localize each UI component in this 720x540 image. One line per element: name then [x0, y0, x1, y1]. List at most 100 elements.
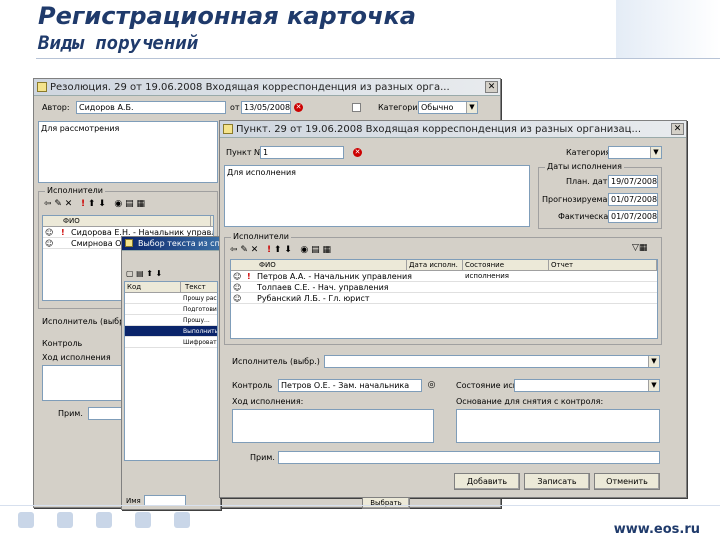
point-category-field[interactable]: ▼: [608, 146, 662, 159]
executor-select-label[interactable]: Исполнитель (выбр.): [42, 317, 130, 326]
control-label: Контроль: [42, 339, 83, 348]
cancel-button[interactable]: Отменить: [594, 473, 660, 490]
point-window: Пункт. 29 от 19.06.2008 Входящая корресп…: [219, 120, 687, 498]
control-checkbox[interactable]: [352, 103, 361, 112]
fact-date-field[interactable]: 01/07/2008: [608, 210, 658, 223]
fio-column-header[interactable]: ФИО: [61, 216, 211, 227]
date-label: от: [230, 103, 240, 112]
text-column-header[interactable]: Текст: [183, 282, 217, 293]
status-column-header[interactable]: Состояние исполнения: [463, 260, 549, 280]
plan-date-field[interactable]: 19/07/2008: [608, 175, 658, 188]
footer-icons: [18, 512, 213, 532]
close-icon[interactable]: ✕: [671, 123, 684, 135]
point-executors-toolbar[interactable]: ⇦ ✎ ✕ ! ⬆ ⬇ ◉ ▤ ▦: [230, 245, 331, 255]
filter-icon[interactable]: ▽▦: [632, 243, 647, 253]
table-row[interactable]: ☺ Толпаев С.Е. - Нач. управления: [231, 282, 657, 293]
save-button[interactable]: Записать: [524, 473, 590, 490]
reason-label: Основание для снятия с контроля:: [456, 397, 604, 406]
text-picker-title: Выбор текста из списка: [138, 239, 220, 248]
state-field[interactable]: ▼: [514, 379, 660, 392]
point-number-field[interactable]: 1: [260, 146, 344, 159]
control-settings-icon[interactable]: ◎: [427, 381, 436, 390]
point-executor-field[interactable]: ▼: [324, 355, 660, 368]
author-label: Автор:: [42, 103, 70, 112]
key-icon: [96, 512, 112, 528]
picker-toolbar-icons[interactable]: ▢ ▤ ⬆ ⬇: [126, 269, 162, 278]
add-button[interactable]: Добавить: [454, 473, 520, 490]
date-field[interactable]: 13/05/2008: [241, 101, 291, 114]
resolution-titlebar[interactable]: Резолюция. 29 от 19.06.2008 Входящая кор…: [34, 79, 500, 96]
execution-label: Ход исполнения: [42, 353, 111, 362]
point-executor-select-label[interactable]: Исполнитель (выбр.): [232, 357, 320, 366]
person-icon: ☺: [233, 272, 242, 281]
name-label: Имя: [126, 497, 141, 505]
document-icon: [37, 82, 47, 92]
person-icon: ☺: [45, 228, 54, 237]
resolution-text-area[interactable]: Для рассмотрения: [38, 121, 218, 183]
slide-subtitle: Виды поручений: [38, 32, 199, 54]
footer-url: www.eos.ru: [613, 522, 700, 537]
point-text-area[interactable]: Для исполнения: [224, 165, 530, 227]
date-column-header[interactable]: Дата исполн.: [407, 260, 463, 271]
executors-toolbar-icons[interactable]: ⇦ ✎ ✕ ! ⬆ ⬇ ◉ ▤ ▦: [44, 199, 145, 209]
item-text: Выполнить...: [183, 328, 218, 335]
reason-area[interactable]: [456, 409, 660, 443]
clear-point-icon[interactable]: ✕: [353, 148, 362, 157]
footer-divider: [0, 505, 720, 506]
row-name: Смирнова О.: [71, 239, 125, 248]
item-text: Шифровать...: [183, 339, 217, 346]
text-picker-window: Выбор текста из списка ▢ ▤ ⬆ ⬇ КодТекст …: [121, 236, 221, 510]
point-note-label: Прим.: [250, 453, 275, 462]
fio-column-header[interactable]: ФИО: [257, 260, 407, 271]
list-item[interactable]: Выполнить...: [125, 326, 217, 337]
list-item[interactable]: Подготовить...: [125, 304, 217, 315]
title-accent-bar: [616, 0, 720, 58]
item-text: Прошу рассм...: [183, 295, 217, 302]
text-picker-titlebar[interactable]: Выбор текста из списка: [122, 237, 220, 251]
point-executors-label: Исполнители: [231, 232, 291, 241]
author-field[interactable]: Сидоров А.Б.: [76, 101, 226, 114]
select-button[interactable]: Выбрать: [362, 497, 410, 509]
code-column-header[interactable]: Код: [125, 282, 181, 293]
resolution-title: Резолюция. 29 от 19.06.2008 Входящая кор…: [50, 82, 450, 93]
state-label: Состояние исп.: [456, 381, 521, 390]
point-category-label: Категория:: [566, 148, 614, 157]
folder-icon: [135, 512, 151, 528]
person-icon: ☺: [233, 283, 242, 292]
table-row[interactable]: ☺ Рубанский Л.Б. - Гл. юрист: [231, 293, 657, 304]
close-icon[interactable]: ✕: [485, 81, 498, 93]
title-divider: [36, 58, 720, 59]
document-icon: [125, 239, 133, 247]
point-execution-label: Ход исполнения:: [232, 397, 304, 406]
point-note-field[interactable]: [278, 451, 660, 464]
point-control-label: Контроль: [232, 381, 273, 390]
executors-group-label: Исполнители: [45, 186, 105, 195]
page-icon: [174, 512, 190, 528]
report-column-header[interactable]: Отчет: [549, 260, 657, 271]
point-control-field[interactable]: Петров О.Е. - Зам. начальника: [278, 379, 422, 392]
execution-text-area[interactable]: [42, 365, 122, 401]
category-field[interactable]: Обычно ▼: [418, 101, 478, 114]
item-text: Прошу...: [183, 317, 210, 324]
point-executors-grid: ФИО Дата исполн. Состояние исполнения От…: [230, 259, 658, 339]
forecast-date-field[interactable]: 01/07/2008: [608, 193, 658, 206]
point-execution-area[interactable]: [232, 409, 434, 443]
point-title: Пункт. 29 от 19.06.2008 Входящая корресп…: [236, 124, 642, 135]
dates-group-label: Даты исполнения: [545, 162, 624, 171]
picker-grid: КодТекст Прошу рассм... Подготовить... П…: [124, 281, 218, 461]
list-item[interactable]: Прошу...: [125, 315, 217, 326]
clear-date-icon[interactable]: ✕: [294, 103, 303, 112]
note-field[interactable]: [88, 407, 122, 420]
table-row[interactable]: ☺! Петров А.А. - Начальник управления: [231, 271, 657, 282]
list-item[interactable]: Прошу рассм...: [125, 293, 217, 304]
note-label: Прим.: [58, 409, 83, 418]
list-item[interactable]: Шифровать...: [125, 337, 217, 348]
person-icon: ☺: [45, 239, 54, 248]
forecast-date-label: Прогнозируемая:: [542, 195, 615, 204]
point-titlebar[interactable]: Пункт. 29 от 19.06.2008 Входящая корресп…: [220, 121, 686, 138]
item-text: Подготовить...: [183, 306, 217, 313]
row-name: Рубанский Л.Б. - Гл. юрист: [257, 294, 370, 303]
tree-icon: [57, 512, 73, 528]
row-name: Петров А.А. - Начальник управления: [257, 272, 412, 281]
document-icon: [223, 124, 233, 134]
